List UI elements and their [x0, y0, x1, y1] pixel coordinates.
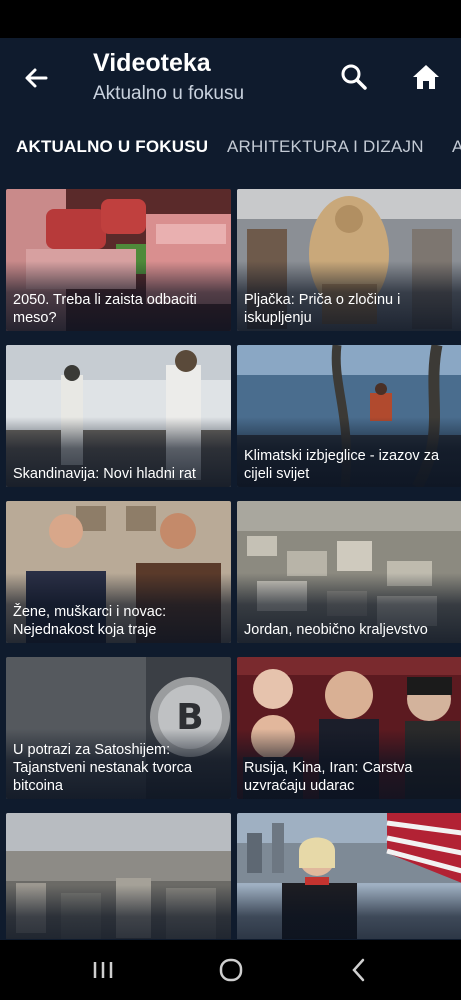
- video-title: U potrazi za Satoshijem: Tajanstveni nes…: [13, 742, 192, 794]
- system-navigation-bar: [0, 940, 461, 1000]
- video-card[interactable]: B U potrazi za Satoshijem: Tajanstveni n…: [6, 657, 231, 799]
- home-circle-icon[interactable]: [216, 956, 246, 984]
- video-card[interactable]: Pljačka: Priča o zločinu i iskupljenju: [237, 189, 461, 331]
- page-subtitle: Aktualno u fokusu: [93, 83, 245, 104]
- arrow-left-icon[interactable]: [20, 62, 52, 94]
- page-title: Videoteka: [93, 49, 211, 77]
- video-card[interactable]: 2050. Treba li zaista odbaciti meso?: [6, 189, 231, 331]
- video-card[interactable]: [237, 813, 461, 939]
- video-title: Pljačka: Priča o zločinu i iskupljenju: [244, 292, 401, 326]
- video-title: Skandinavija: Novi hladni rat: [13, 466, 196, 482]
- status-bar: [0, 0, 461, 38]
- video-card[interactable]: [6, 813, 231, 939]
- search-icon[interactable]: [337, 60, 371, 94]
- tab-next[interactable]: A: [452, 137, 461, 157]
- category-tabs: AKTUALNO U FOKUSU ARHITEKTURA I DIZAJN A: [0, 120, 461, 175]
- video-card[interactable]: Jordan, neobično kraljevstvo: [237, 501, 461, 643]
- video-card[interactable]: Klimatski izbjeglice - izazov za cijeli …: [237, 345, 461, 487]
- video-title: Klimatski izbjeglice - izazov za cijeli …: [244, 448, 440, 482]
- tab-arhitektura-i-dizajn[interactable]: ARHITEKTURA I DIZAJN: [227, 137, 424, 157]
- video-title: Žene, muškarci i novac: Nejednakost koja…: [13, 604, 167, 638]
- video-card[interactable]: Skandinavija: Novi hladni rat: [6, 345, 231, 487]
- back-chevron-icon[interactable]: [344, 956, 374, 984]
- video-card[interactable]: Rusija, Kina, Iran: Carstva uzvraćaju ud…: [237, 657, 461, 799]
- video-title: 2050. Treba li zaista odbaciti meso?: [13, 292, 197, 326]
- home-icon[interactable]: [409, 60, 443, 94]
- video-title: Jordan, neobično kraljevstvo: [244, 622, 428, 638]
- video-card[interactable]: Žene, muškarci i novac: Nejednakost koja…: [6, 501, 231, 643]
- video-title: Rusija, Kina, Iran: Carstva uzvraćaju ud…: [244, 760, 413, 794]
- tab-aktualno-u-fokusu[interactable]: AKTUALNO U FOKUSU: [16, 137, 208, 157]
- video-grid: 2050. Treba li zaista odbaciti meso? Plj…: [0, 189, 461, 939]
- recent-apps-icon[interactable]: [88, 956, 118, 984]
- app-bar: Videoteka Aktualno u fokusu: [0, 38, 461, 120]
